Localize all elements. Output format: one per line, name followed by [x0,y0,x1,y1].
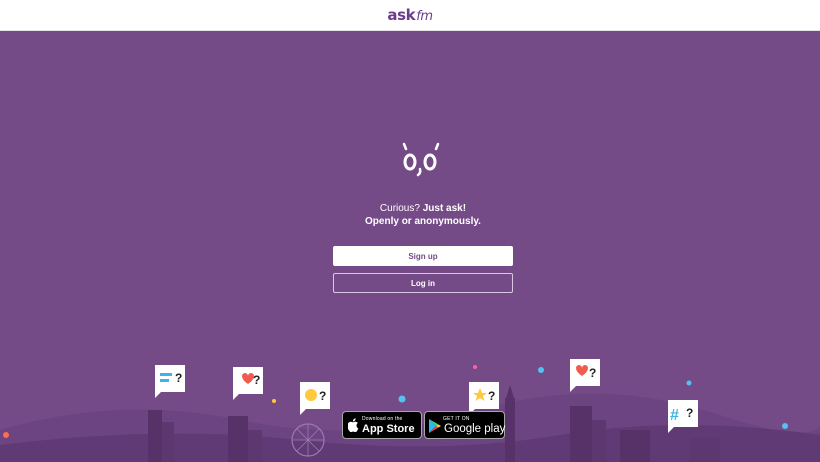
apple-icon [348,418,359,432]
tagline-line-2: Openly or anonymously. [365,216,481,227]
askfm-logo[interactable]: askfm [0,6,820,24]
logo-suffix-text: fm [416,9,433,24]
tagline-plain: Curious? [379,203,420,214]
svg-text:?: ? [686,406,693,420]
signup-button[interactable]: Sign up [333,246,513,266]
svg-text:?: ? [488,389,495,403]
app-store-small-text: Download on the [362,416,403,422]
tagline-bold: Just ask! [422,203,467,214]
google-play-icon [429,419,441,433]
svg-text:?: ? [319,389,326,403]
google-play-badge[interactable]: GET IT ON Google play [424,411,505,439]
google-play-small-text: GET IT ON [443,416,470,422]
google-play-big-text: Google play [444,423,506,435]
svg-text:?: ? [253,373,260,387]
svg-text:?: ? [589,366,596,380]
speech-bubble-chat-icon: ? [155,365,185,398]
app-store-badge[interactable]: Download on the App Store [342,411,422,439]
app-store-big-text: App Store [362,423,415,435]
top-bar: askfm [0,0,820,31]
mascot-eyes-icon [402,142,440,177]
city-skyline-illustration: ? ? ? ? ? # ? [0,359,820,462]
svg-text:#: # [670,407,679,424]
tagline-line-1: Curious? Just ask! [0,203,820,214]
svg-text:?: ? [175,371,182,385]
login-button[interactable]: Log in [333,273,513,293]
logo-main-text: ask [387,6,416,24]
